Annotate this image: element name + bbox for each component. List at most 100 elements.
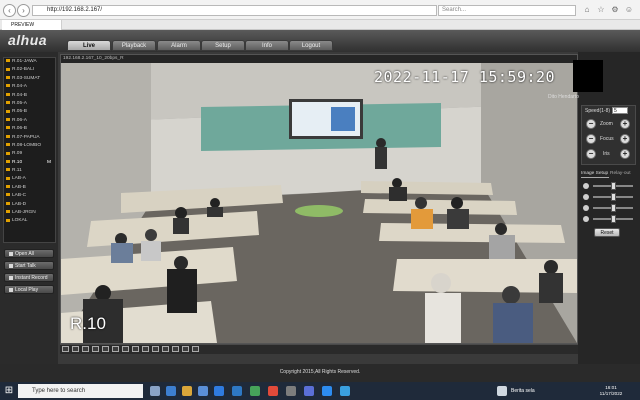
- channel-item[interactable]: R.06-B: [4, 125, 55, 133]
- copyright-text: Copyright 2015,All Rights Reserved.: [279, 369, 361, 375]
- tab-relay-out[interactable]: Relay-out: [610, 170, 636, 178]
- zoom-app-icon[interactable]: [322, 386, 332, 396]
- reset-button[interactable]: Reset: [594, 228, 620, 237]
- user-label: Dito Hendarto: [548, 94, 579, 100]
- channel-item[interactable]: R.03-SUMAT: [4, 75, 55, 83]
- channel-item[interactable]: R.09: [4, 150, 55, 158]
- tab-image-setup[interactable]: Image Setup: [581, 170, 609, 178]
- layout-16-icon[interactable]: [92, 346, 99, 352]
- start-talk-button[interactable]: Start Talk: [4, 261, 54, 270]
- mail-icon[interactable]: [214, 386, 224, 396]
- tab-alarm[interactable]: Alarm: [157, 40, 201, 51]
- channel-item[interactable]: R.04-A: [4, 83, 55, 91]
- focus-out-button[interactable]: −: [586, 134, 596, 144]
- channel-item[interactable]: R.11: [4, 167, 55, 175]
- logo: alhua: [8, 32, 48, 48]
- fluency-icon[interactable]: [172, 346, 179, 352]
- slider-knob[interactable]: [611, 182, 616, 190]
- edge-icon[interactable]: [166, 386, 176, 396]
- tab-setup[interactable]: Setup: [201, 40, 245, 51]
- layout-9-icon[interactable]: [82, 346, 89, 352]
- speed-select[interactable]: 5: [612, 107, 628, 114]
- internet-explorer-icon[interactable]: [232, 386, 242, 396]
- hue-slider[interactable]: [583, 215, 633, 223]
- contrast-slider[interactable]: [583, 193, 633, 201]
- refresh-icon[interactable]: [182, 346, 189, 352]
- camera-icon: [6, 185, 10, 189]
- zoom-in-button[interactable]: +: [620, 119, 630, 129]
- saturation-slider[interactable]: [583, 204, 633, 212]
- weather-icon[interactable]: [497, 386, 507, 396]
- channel-item[interactable]: LAB-A: [4, 175, 55, 183]
- settings-icon[interactable]: ⚙: [610, 5, 620, 15]
- channel-item[interactable]: R.08-LOMBO: [4, 142, 55, 150]
- ratio-icon[interactable]: [162, 346, 169, 352]
- channel-item[interactable]: R.07-PAPUA: [4, 134, 55, 142]
- channel-item[interactable]: LAB-B: [4, 184, 55, 192]
- settings-icon[interactable]: [192, 346, 199, 352]
- camera-icon: [6, 101, 10, 105]
- news-text[interactable]: Berita sela: [511, 388, 535, 394]
- stream-icon[interactable]: [142, 346, 149, 352]
- address-bar[interactable]: http://192.168.2.167/: [32, 5, 437, 16]
- feedback-icon[interactable]: ☺: [624, 5, 634, 15]
- browser-tab[interactable]: PREVIEW: [2, 20, 62, 30]
- settings-icon[interactable]: [286, 386, 296, 396]
- zoom-icon[interactable]: [122, 346, 129, 352]
- brightness-slider[interactable]: [583, 182, 633, 190]
- focus-in-button[interactable]: +: [620, 134, 630, 144]
- file-explorer-icon[interactable]: [182, 386, 192, 396]
- back-icon[interactable]: ‹: [3, 4, 16, 17]
- fullscreen-icon[interactable]: [102, 346, 109, 352]
- slider-knob[interactable]: [611, 204, 616, 212]
- slider-knob[interactable]: [611, 193, 616, 201]
- channel-item[interactable]: LAB-JRGN: [4, 209, 55, 217]
- iris-out-button[interactable]: −: [586, 149, 596, 159]
- windows-start-icon[interactable]: ⊞: [2, 384, 16, 398]
- camera-feed[interactable]: [61, 63, 577, 343]
- excel-icon[interactable]: [250, 386, 260, 396]
- channel-item[interactable]: R.04-B: [4, 92, 55, 100]
- layout-4-icon[interactable]: [72, 346, 79, 352]
- zoom-label: Zoom: [600, 121, 613, 127]
- tab-live[interactable]: Live: [67, 40, 111, 51]
- tab-info[interactable]: Info: [245, 40, 289, 51]
- home-icon[interactable]: ⌂: [582, 5, 592, 15]
- channel-item[interactable]: R.02-BALI: [4, 66, 55, 74]
- taskbar-search-input[interactable]: Type here to search: [18, 384, 143, 398]
- app-icon[interactable]: [340, 386, 350, 396]
- iris-in-button[interactable]: +: [620, 149, 630, 159]
- tab-playback[interactable]: Playback: [112, 40, 156, 51]
- camera-icon: [6, 92, 10, 96]
- channel-item[interactable]: R.05-B: [4, 108, 55, 116]
- camera-icon: [6, 193, 10, 197]
- favorites-icon[interactable]: ☆: [596, 5, 606, 15]
- forward-icon[interactable]: ›: [17, 4, 30, 17]
- channel-item[interactable]: R.06-A: [4, 117, 55, 125]
- slider-knob[interactable]: [611, 215, 616, 223]
- audio-icon[interactable]: [132, 346, 139, 352]
- layout-1-icon[interactable]: [62, 346, 69, 352]
- channel-item[interactable]: LAB-D: [4, 201, 55, 209]
- close-all-icon[interactable]: [152, 346, 159, 352]
- channel-item[interactable]: R.01-JAWA: [4, 58, 55, 66]
- task-view-icon[interactable]: [150, 386, 160, 396]
- main-stream-marker: M: [47, 159, 51, 165]
- store-icon[interactable]: [198, 386, 208, 396]
- open-all-button[interactable]: Open All: [4, 249, 54, 258]
- zoom-out-button[interactable]: −: [586, 119, 596, 129]
- record-icon: [9, 275, 13, 280]
- browser-search-input[interactable]: Search...: [438, 5, 576, 16]
- channel-item-active[interactable]: R.10 M: [4, 159, 55, 167]
- chrome-icon[interactable]: [268, 386, 278, 396]
- instant-record-button[interactable]: Instant Record: [4, 273, 54, 282]
- tab-logout[interactable]: Logout: [289, 40, 333, 51]
- channel-item[interactable]: LOKAL: [4, 217, 55, 225]
- channel-list[interactable]: R.01-JAWA R.02-BALI R.03-SUMAT R.04-A R.…: [3, 57, 56, 243]
- teams-icon[interactable]: [304, 386, 314, 396]
- local-play-button[interactable]: Local Play: [4, 285, 54, 294]
- clock[interactable]: 16:01 11/17/2022: [596, 385, 626, 397]
- channel-item[interactable]: LAB-C: [4, 192, 55, 200]
- snapshot-icon[interactable]: [112, 346, 119, 352]
- channel-item[interactable]: R.05-A: [4, 100, 55, 108]
